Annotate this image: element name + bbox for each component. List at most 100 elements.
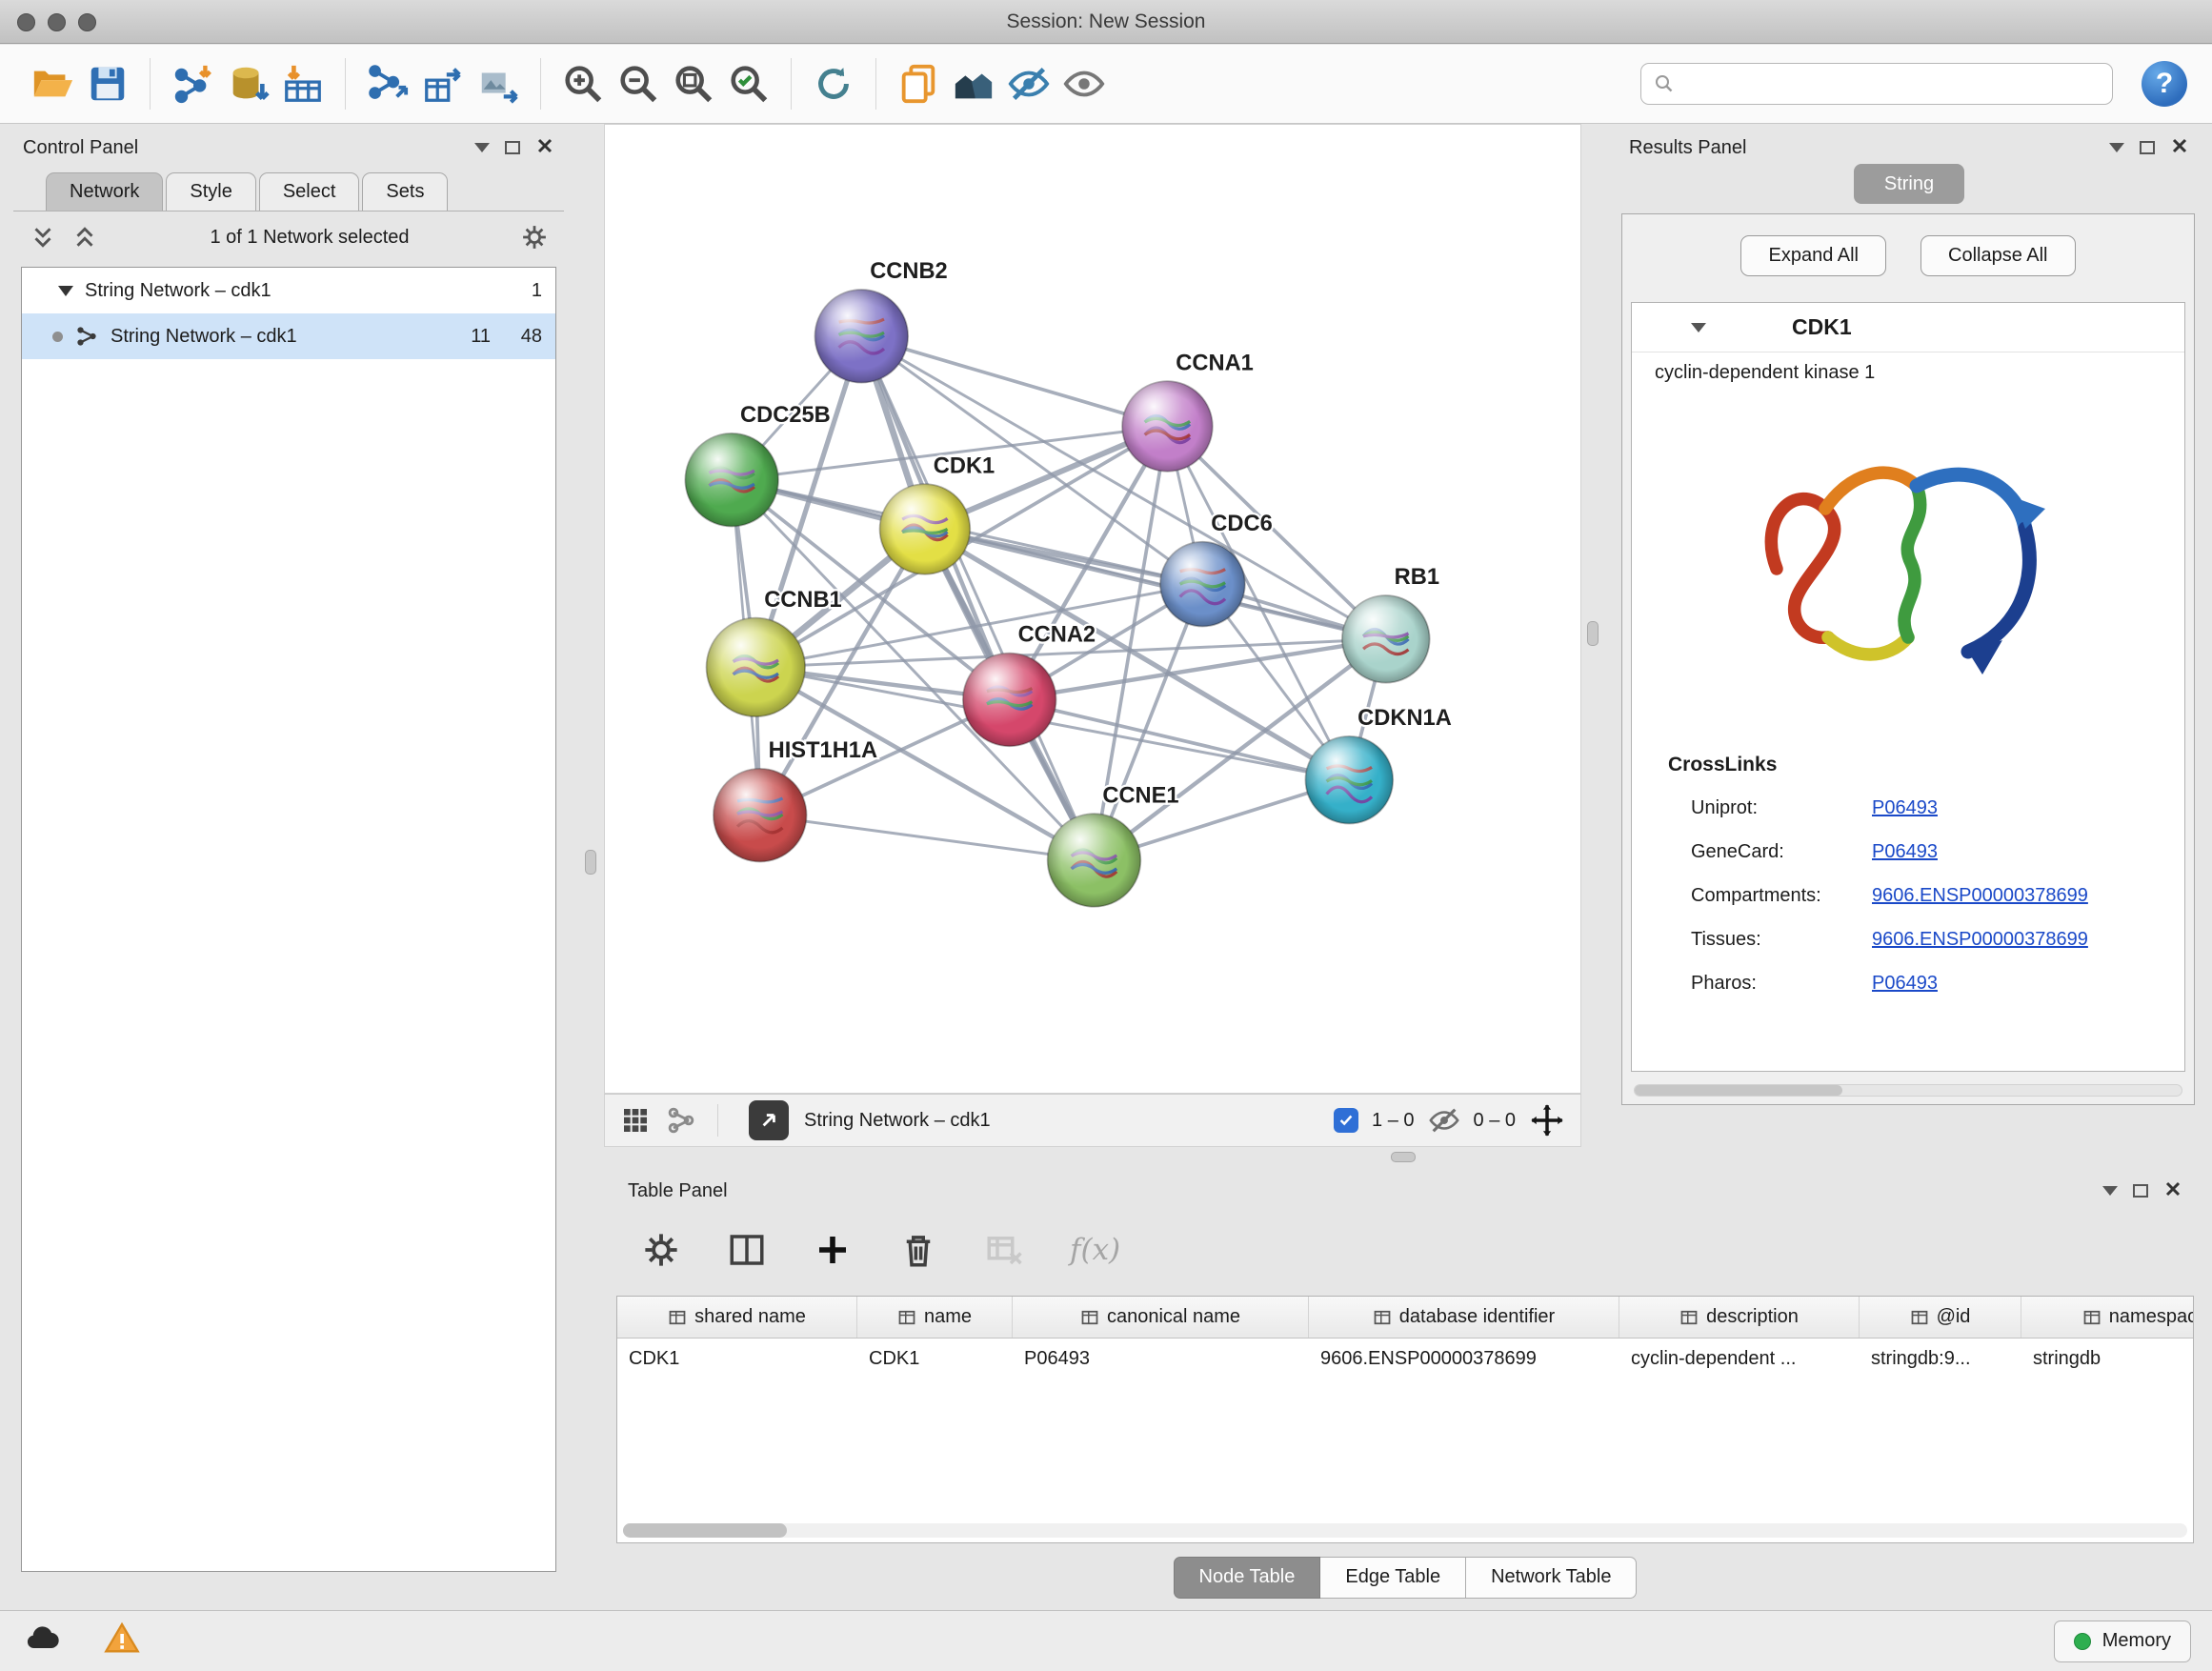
selected-nodes-checkbox[interactable] (1334, 1108, 1358, 1133)
clone-network-button[interactable] (415, 56, 471, 111)
column-header-description[interactable]: description (1619, 1297, 1860, 1338)
import-table-button[interactable] (275, 56, 331, 111)
cell-name[interactable]: CDK1 (857, 1339, 1013, 1379)
zoom-window-button[interactable] (78, 13, 96, 31)
copy-document-button[interactable] (891, 56, 946, 111)
search-box[interactable] (1640, 63, 2113, 105)
export-image-button[interactable] (471, 56, 526, 111)
tab-node-table[interactable]: Node Table (1174, 1557, 1321, 1599)
network-collection-row[interactable]: String Network – cdk1 1 (22, 268, 555, 313)
pan-crosshair-icon[interactable] (1529, 1102, 1565, 1138)
network-edge[interactable] (760, 815, 1095, 860)
minimize-window-button[interactable] (48, 13, 66, 31)
left-splitter-handle[interactable] (585, 850, 596, 875)
panel-close-icon[interactable] (2170, 136, 2189, 160)
panel-float-icon[interactable] (2140, 141, 2155, 154)
show-graphics-details-button[interactable] (946, 56, 1001, 111)
network-overview-icon[interactable] (666, 1105, 696, 1136)
collapse-section-icon[interactable] (1691, 323, 1706, 332)
results-horizontal-scrollbar[interactable] (1634, 1084, 2182, 1097)
collapse-all-button[interactable]: Collapse All (1920, 235, 2076, 276)
cell-namespace[interactable]: stringdb (2021, 1339, 2194, 1379)
cell-id[interactable]: stringdb:9... (1860, 1339, 2021, 1379)
tab-edge-table[interactable]: Edge Table (1320, 1557, 1466, 1599)
expand-all-button[interactable]: Expand All (1740, 235, 1886, 276)
import-network-file-button[interactable] (165, 56, 220, 111)
cell-database-identifier[interactable]: 9606.ENSP00000378699 (1309, 1339, 1619, 1379)
compartments-link[interactable]: 9606.ENSP00000378699 (1872, 885, 2088, 907)
tab-sets[interactable]: Sets (362, 172, 448, 211)
pharos-link[interactable]: P06493 (1872, 973, 1938, 995)
network-node[interactable] (707, 618, 806, 717)
help-button[interactable]: ? (2142, 61, 2187, 107)
zoom-fit-button[interactable] (666, 56, 721, 111)
refresh-layout-button[interactable] (806, 56, 861, 111)
tab-network-table[interactable]: Network Table (1466, 1557, 1637, 1599)
network-node[interactable] (1048, 814, 1141, 907)
column-header-canonical-name[interactable]: canonical name (1013, 1297, 1309, 1338)
open-session-button[interactable] (25, 56, 80, 111)
genecard-link[interactable]: P06493 (1872, 841, 1938, 863)
tab-string[interactable]: String (1854, 164, 1964, 204)
gear-icon[interactable] (520, 223, 549, 252)
hidden-eye-slash-icon[interactable] (1428, 1104, 1460, 1137)
zoom-out-button[interactable] (611, 56, 666, 111)
network-node[interactable] (1122, 381, 1213, 472)
column-header-name[interactable]: name (857, 1297, 1013, 1338)
add-column-icon[interactable] (813, 1230, 853, 1270)
panel-float-icon[interactable] (2133, 1184, 2148, 1198)
panel-menu-icon[interactable] (2109, 143, 2124, 152)
hide-details-button[interactable] (1001, 56, 1056, 111)
network-view[interactable]: CCNB2CCNA1CDC25BCDK1CDC6RB1CCNB1CCNA2CDK… (604, 124, 1581, 1094)
cell-shared-name[interactable]: CDK1 (617, 1339, 857, 1379)
cell-canonical-name[interactable]: P06493 (1013, 1339, 1309, 1379)
save-session-button[interactable] (80, 56, 135, 111)
network-row[interactable]: String Network – cdk1 11 48 (22, 313, 555, 359)
table-horizontal-scrollbar[interactable] (623, 1523, 2187, 1538)
column-header-id[interactable]: @id (1860, 1297, 2021, 1338)
protein-section-header[interactable]: CDK1 (1632, 303, 2184, 352)
network-node[interactable] (1342, 595, 1430, 683)
panel-float-icon[interactable] (505, 141, 520, 154)
disclosure-triangle-icon[interactable] (58, 286, 73, 296)
tab-select[interactable]: Select (259, 172, 360, 211)
right-splitter-handle[interactable] (1587, 621, 1599, 646)
network-node[interactable] (880, 484, 971, 574)
grid-view-icon[interactable] (620, 1105, 651, 1136)
new-network-from-selection-button[interactable] (360, 56, 415, 111)
tissues-link[interactable]: 9606.ENSP00000378699 (1872, 929, 2088, 951)
tab-style[interactable]: Style (166, 172, 255, 211)
memory-button[interactable]: Memory (2054, 1621, 2191, 1662)
column-header-shared-name[interactable]: shared name (617, 1297, 857, 1338)
zoom-selected-button[interactable] (721, 56, 776, 111)
network-node[interactable] (963, 654, 1056, 747)
zoom-in-button[interactable] (555, 56, 611, 111)
show-details-button[interactable] (1056, 56, 1112, 111)
network-edge[interactable] (861, 336, 1167, 427)
close-window-button[interactable] (17, 13, 35, 31)
search-input[interactable] (1683, 73, 2101, 94)
panel-close-icon[interactable] (2163, 1179, 2182, 1203)
tab-network[interactable]: Network (46, 172, 163, 211)
panel-menu-icon[interactable] (2102, 1186, 2118, 1196)
network-edge[interactable] (861, 336, 1094, 860)
function-builder-button[interactable]: f(x) (1070, 1233, 1120, 1267)
table-settings-gear-icon[interactable] (641, 1230, 681, 1270)
horizontal-splitter-handle[interactable] (1391, 1152, 1416, 1162)
expand-all-icon[interactable] (70, 223, 99, 252)
network-node[interactable] (685, 433, 778, 527)
panel-close-icon[interactable] (535, 136, 554, 160)
column-header-namespace[interactable]: namespace (2021, 1297, 2194, 1338)
cell-description[interactable]: cyclin-dependent ... (1619, 1339, 1860, 1379)
detach-view-button[interactable] (749, 1100, 789, 1140)
uniprot-link[interactable]: P06493 (1872, 797, 1938, 819)
table-row[interactable]: CDK1 CDK1 P06493 9606.ENSP00000378699 cy… (617, 1339, 2193, 1379)
panel-menu-icon[interactable] (474, 143, 490, 152)
warnings-button[interactable] (101, 1620, 143, 1662)
show-columns-icon[interactable] (727, 1230, 767, 1270)
cloud-services-button[interactable] (21, 1620, 63, 1662)
delete-row-trash-icon[interactable] (898, 1230, 938, 1270)
string-network-graph[interactable]: CCNB2CCNA1CDC25BCDK1CDC6RB1CCNB1CCNA2CDK… (605, 125, 1580, 1093)
column-header-database-identifier[interactable]: database identifier (1309, 1297, 1619, 1338)
collapse-all-icon[interactable] (29, 223, 57, 252)
